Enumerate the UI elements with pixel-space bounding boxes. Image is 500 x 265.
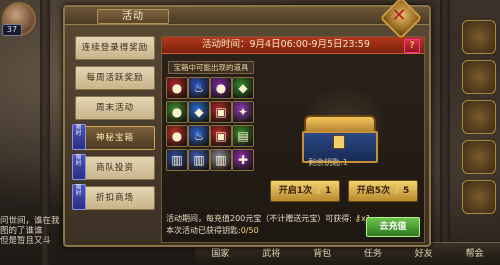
keys-earned: 0/50	[240, 226, 259, 235]
open-five-label: 开启5次	[356, 186, 391, 196]
item-red-bag-icon[interactable]: ●	[166, 125, 188, 147]
tab-weekly-active[interactable]: 每周活跃奖励	[75, 66, 155, 90]
tab-label: 每周活跃奖励	[86, 73, 144, 83]
item-purple-scroll-icon[interactable]: ✦	[232, 101, 254, 123]
chat-preview[interactable]: 问世间，谁在我 图的了谁谁 但是暂且又斗	[0, 216, 62, 246]
recharge-button[interactable]: 去充值	[366, 217, 420, 237]
chat-line: 但是暂且又斗	[0, 236, 52, 246]
note-line-1: 活动期间，每充值200元宝（不计赠送元宝）可获得:	[166, 214, 352, 223]
item-glyph: ◆	[194, 105, 204, 119]
tab-login-reward[interactable]: 连续登录得奖励	[75, 36, 155, 60]
item-red-bag-icon[interactable]: ●	[166, 77, 188, 99]
item-purple-bag-icon[interactable]: ●	[210, 77, 232, 99]
tab-label: 折扣商场	[95, 193, 134, 203]
chest-lock	[333, 135, 345, 149]
item-red-gift-icon[interactable]: ▣	[210, 125, 232, 147]
key-icon: ⚷	[315, 186, 322, 196]
hud-feature-icon[interactable]	[462, 140, 496, 174]
tab-label: 神秘宝箱	[95, 133, 134, 143]
open-five-cost: 5	[402, 186, 410, 196]
open-once-label: 开启1次	[278, 186, 313, 196]
hud-feature-icon[interactable]	[462, 60, 496, 94]
activity-panel: 活动 连续登录得奖励 每周活跃奖励 周末活动 限时 神秘宝箱 限时 商队投资 限…	[63, 5, 431, 247]
limited-badge: 限时	[72, 154, 86, 180]
chat-line: 问世间，谁在我	[0, 216, 60, 226]
item-green-bag-icon[interactable]: ●	[166, 101, 188, 123]
limited-badge: 限时	[72, 124, 86, 150]
item-glyph: ▣	[215, 129, 227, 143]
tab-mystery-chest[interactable]: 限时 神秘宝箱	[72, 124, 155, 150]
item-glyph: ●	[171, 105, 183, 119]
possible-items-label: 宝箱中可能出现的道具	[168, 61, 254, 74]
activity-time-bar: 活动时间：9月4日06:00-9月5日23:59 ?	[162, 37, 424, 54]
open-once-cost: 1	[324, 186, 332, 196]
item-red-gift-icon[interactable]: ▣	[210, 101, 232, 123]
hud-feature-icon[interactable]	[462, 20, 496, 54]
open-once-button[interactable]: 开启1次 ⚷ 1	[270, 180, 340, 202]
item-blue-crystal-icon[interactable]: ◆	[188, 101, 210, 123]
mystery-chest-content: 活动时间：9月4日06:00-9月5日23:59 ? 宝箱中可能出现的道具 ● ♨…	[161, 36, 425, 243]
tab-label: 商队投资	[95, 163, 134, 173]
help-button[interactable]: ?	[404, 39, 420, 53]
item-glyph: ♨	[193, 81, 205, 95]
item-blue-book-icon[interactable]: ▥	[188, 149, 210, 171]
treasure-chest-icon	[302, 115, 378, 163]
item-green-card-icon[interactable]: ▤	[232, 125, 254, 147]
tab-discount-shop[interactable]: 限时 折扣商场	[72, 184, 155, 210]
panel-title-bar: 活动	[65, 7, 429, 25]
hud-feature-icon[interactable]	[462, 100, 496, 134]
item-glyph: ✦	[237, 105, 249, 119]
tab-caravan-invest[interactable]: 限时 商队投资	[72, 154, 155, 180]
tab-weekend[interactable]: 周末活动	[75, 96, 155, 120]
item-glyph: ●	[171, 129, 183, 143]
chat-line: 图的了谁谁	[0, 226, 43, 236]
panel-title: 活动	[97, 9, 169, 24]
item-blue-flame-icon[interactable]: ♨	[188, 77, 210, 99]
item-glyph: ✚	[237, 153, 249, 167]
limited-badge: 限时	[72, 184, 86, 210]
note-line-2-prefix: 本次活动已获得钥匙:	[166, 226, 241, 235]
item-glyph: ♨	[193, 129, 205, 143]
tab-label: 连续登录得奖励	[81, 43, 149, 53]
item-blue-flame-icon[interactable]: ♨	[188, 125, 210, 147]
item-glyph: ◆	[238, 81, 248, 95]
item-glyph: ●	[171, 81, 183, 95]
item-glyph: ●	[215, 81, 227, 95]
open-five-button[interactable]: 开启5次 ⚷ 5	[348, 180, 418, 202]
item-white-book-icon[interactable]: ▥	[210, 149, 232, 171]
item-glyph: ▣	[215, 105, 227, 119]
item-blue-book-icon[interactable]: ▥	[166, 149, 188, 171]
item-glyph: ▥	[193, 153, 205, 167]
hud-feature-icon[interactable]	[462, 180, 496, 214]
background-pillar	[440, 0, 450, 265]
item-purple-potion-icon[interactable]: ✚	[232, 149, 254, 171]
item-green-gem-icon[interactable]: ◆	[232, 77, 254, 99]
player-level: 37	[2, 24, 22, 36]
item-glyph: ▤	[237, 129, 249, 143]
item-glyph: ▥	[171, 153, 183, 167]
keys-remaining: 剩余钥匙:1	[308, 158, 348, 167]
key-icon: ⚷	[393, 186, 400, 196]
activity-tabs: 连续登录得奖励 每周活跃奖励 周末活动 限时 神秘宝箱 限时 商队投资 限时 折…	[72, 36, 155, 216]
activity-time: 活动时间：9月4日06:00-9月5日23:59	[202, 39, 370, 50]
item-glyph: ▥	[215, 153, 227, 167]
close-icon[interactable]: ✕	[386, 3, 412, 29]
activity-note: 活动期间，每充值200元宝（不计赠送元宝）可获得: ⚷x1 本次活动已获得钥匙:…	[166, 213, 376, 236]
tab-label: 周末活动	[95, 103, 134, 113]
menu-guild[interactable]: 帮会	[449, 243, 500, 265]
